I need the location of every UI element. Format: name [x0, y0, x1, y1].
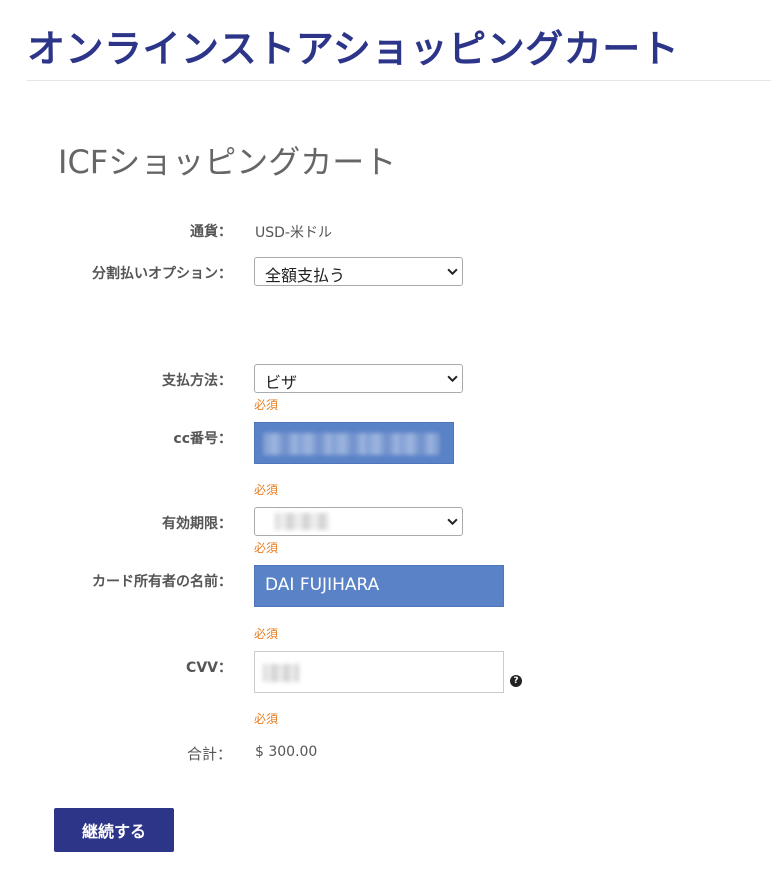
- card-holder-required: 必須: [254, 627, 279, 641]
- chevron-down-icon: [447, 518, 458, 526]
- chevron-down-icon: [447, 375, 458, 383]
- cvv-input[interactable]: [254, 651, 504, 693]
- help-icon[interactable]: ?: [510, 675, 522, 687]
- installment-label: 分割払いオプション：: [92, 266, 232, 282]
- expiry-label: 有効期限：: [162, 516, 232, 532]
- chevron-down-icon: [447, 268, 458, 276]
- installment-select[interactable]: 全額支払う: [254, 257, 463, 286]
- total-label: 合計：: [186, 745, 232, 763]
- redacted-value: [263, 433, 439, 455]
- redacted-value: [263, 664, 299, 682]
- payment-method-selected-value: ビザ: [265, 373, 298, 392]
- cvv-required: 必須: [254, 712, 279, 726]
- installment-selected-value: 全額支払う: [265, 266, 346, 285]
- expiry-required: 必須: [254, 541, 279, 555]
- currency-label: 通貨：: [190, 224, 232, 240]
- site-title: オンラインストアショッピングカート: [27, 27, 680, 71]
- currency-value: USD-米ドル: [255, 225, 332, 241]
- page-title: ICFショッピングカート: [58, 143, 397, 181]
- cc-number-required: 必須: [254, 483, 279, 497]
- cc-number-label: cc番号：: [173, 431, 232, 447]
- card-holder-input[interactable]: DAI FUJIHARA: [254, 565, 504, 607]
- header-divider: [27, 80, 771, 81]
- expiry-select[interactable]: [254, 507, 463, 536]
- payment-method-label: 支払方法：: [162, 373, 232, 389]
- redacted-value: [275, 513, 329, 530]
- payment-method-required: 必須: [254, 398, 279, 412]
- total-value: $ 300.00: [255, 744, 318, 760]
- cc-number-input[interactable]: [254, 422, 454, 464]
- card-holder-value: DAI FUJIHARA: [265, 575, 380, 595]
- cvv-label: CVV：: [186, 660, 232, 676]
- payment-method-select[interactable]: ビザ: [254, 364, 463, 393]
- continue-button[interactable]: 継続する: [54, 808, 174, 852]
- card-holder-label: カード所有者の名前：: [92, 574, 232, 590]
